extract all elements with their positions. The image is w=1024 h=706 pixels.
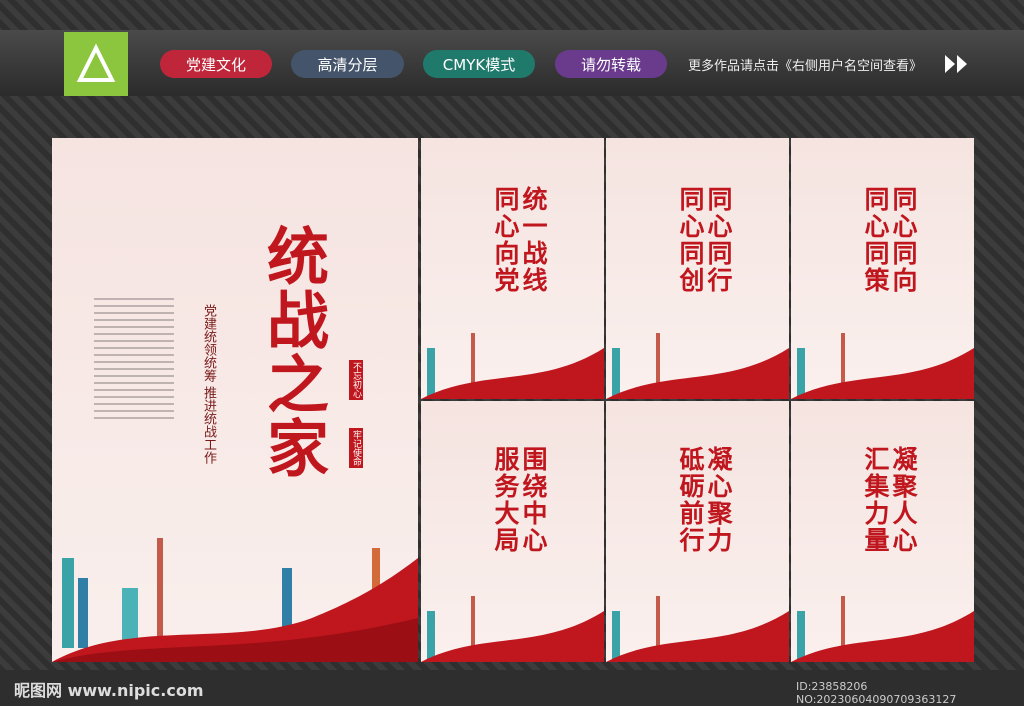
tag-pill-1[interactable]: 党建文化	[160, 50, 272, 78]
stamp-1: 不忘初心	[349, 360, 363, 400]
poster-4-title-2: 服务大局	[491, 446, 520, 554]
image-id-text: ID:23858206 NO:20230604090709363127	[796, 680, 957, 706]
stamp-2: 牢记使命	[349, 428, 363, 468]
big-poster-subtitle: 党建统领统筹 推进统战工作	[201, 304, 216, 465]
skyline-icon	[791, 596, 974, 662]
more-works-text[interactable]: 更多作品请点击《右侧用户名空间查看》	[688, 55, 922, 74]
poster-6-title-2: 汇集力量	[861, 446, 890, 554]
tag-pill-4[interactable]: 请勿转载	[555, 50, 667, 78]
skyline-icon	[791, 333, 974, 399]
body-text-block	[94, 298, 174, 424]
big-poster: 统战之家 党建统领统筹 推进统战工作 不忘初心 牢记使命	[52, 138, 418, 662]
double-arrow-icon[interactable]	[943, 53, 971, 79]
skyline-icon	[606, 596, 789, 662]
pen-logo-icon	[64, 32, 128, 96]
poster-3-title-2: 同心同策	[861, 186, 890, 294]
small-poster-6: 凝聚人心 汇集力量	[791, 401, 974, 662]
site-watermark: 昵图网 www.nipic.com	[14, 681, 204, 700]
tag-pill-2[interactable]: 高清分层	[291, 50, 404, 78]
skyline-icon	[606, 333, 789, 399]
small-poster-3: 同心同向 同心同策	[791, 138, 974, 399]
poster-2-title-2: 同心同创	[676, 186, 705, 294]
poster-1-title-2: 同心向党	[491, 186, 520, 294]
city-skyline-ribbon-icon	[52, 538, 418, 662]
small-poster-5: 凝心聚力 砥砺前行	[606, 401, 789, 662]
tag-pill-3[interactable]: CMYK模式	[423, 50, 535, 78]
small-poster-4: 围绕中心 服务大局	[421, 401, 604, 662]
small-poster-1: 统一战线 同心向党	[421, 138, 604, 399]
skyline-icon	[421, 596, 604, 662]
big-poster-title: 统战之家	[256, 224, 329, 480]
small-poster-2: 同心同行 同心同创	[606, 138, 789, 399]
poster-5-title-2: 砥砺前行	[676, 446, 705, 554]
skyline-icon	[421, 333, 604, 399]
